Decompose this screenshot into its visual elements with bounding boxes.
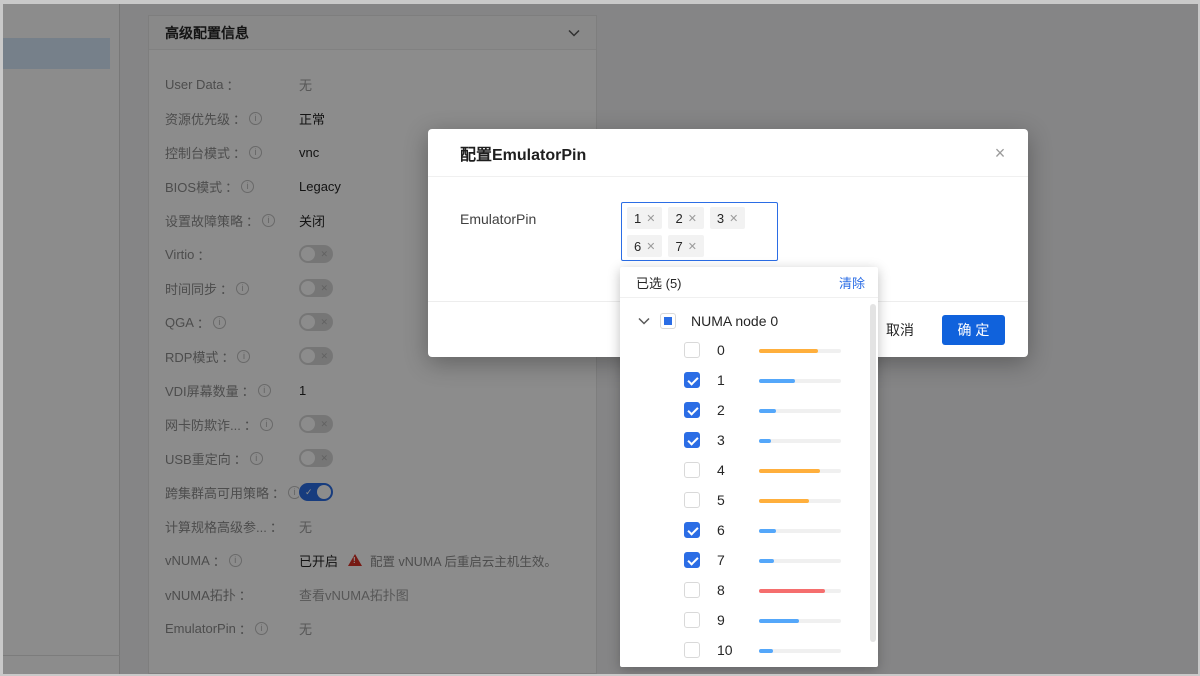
core-number: 7 bbox=[717, 552, 725, 568]
numa-tree: NUMA node 0 0 1 2 3 4 bbox=[620, 306, 878, 666]
usage-bar bbox=[759, 469, 841, 473]
core-option-row[interactable]: 3 bbox=[620, 426, 878, 456]
selected-core-tag[interactable]: 7 ✕ bbox=[668, 235, 703, 257]
clear-link[interactable]: 清除 bbox=[839, 273, 865, 292]
remove-tag-icon[interactable]: ✕ bbox=[646, 240, 655, 253]
core-number: 8 bbox=[717, 582, 725, 598]
core-option-row[interactable]: 6 bbox=[620, 516, 878, 546]
core-option-row[interactable]: 4 bbox=[620, 456, 878, 486]
core-checkbox[interactable] bbox=[684, 432, 700, 448]
core-checkbox[interactable] bbox=[684, 552, 700, 568]
remove-tag-icon[interactable]: ✕ bbox=[688, 240, 697, 253]
usage-bar bbox=[759, 619, 841, 623]
core-option-row[interactable]: 1 bbox=[620, 366, 878, 396]
core-checkbox[interactable] bbox=[684, 522, 700, 538]
selected-core-tag[interactable]: 6 ✕ bbox=[627, 235, 662, 257]
selected-core-tag[interactable]: 2 ✕ bbox=[668, 207, 703, 229]
scrollbar-thumb[interactable] bbox=[870, 304, 876, 642]
numa-node-row[interactable]: NUMA node 0 bbox=[620, 306, 878, 336]
core-number: 10 bbox=[717, 642, 733, 658]
modal-header: 配置EmulatorPin bbox=[428, 129, 1028, 177]
core-option-row[interactable]: 5 bbox=[620, 486, 878, 516]
core-option-row[interactable]: 7 bbox=[620, 546, 878, 576]
core-checkbox[interactable] bbox=[684, 402, 700, 418]
usage-bar bbox=[759, 439, 841, 443]
core-option-row[interactable]: 9 bbox=[620, 606, 878, 636]
core-checkbox[interactable] bbox=[684, 372, 700, 388]
remove-tag-icon[interactable]: ✕ bbox=[688, 212, 697, 225]
confirm-button[interactable]: 确 定 bbox=[942, 315, 1005, 345]
core-option-row[interactable]: 10 bbox=[620, 636, 878, 666]
usage-bar bbox=[759, 589, 841, 593]
close-icon[interactable]: × bbox=[988, 141, 1012, 165]
core-checkbox[interactable] bbox=[684, 612, 700, 628]
selected-core-tag[interactable]: 3 ✕ bbox=[710, 207, 745, 229]
remove-tag-icon[interactable]: ✕ bbox=[729, 212, 738, 225]
remove-tag-icon[interactable]: ✕ bbox=[646, 212, 655, 225]
usage-bar bbox=[759, 349, 841, 353]
usage-bar bbox=[759, 529, 841, 533]
core-select-dropdown: 已选 (5) 清除 NUMA node 0 0 1 2 bbox=[620, 267, 878, 667]
core-number: 1 bbox=[717, 372, 725, 388]
core-option-row[interactable]: 0 bbox=[620, 336, 878, 366]
modal-title: 配置EmulatorPin bbox=[460, 141, 586, 165]
core-number: 4 bbox=[717, 462, 725, 478]
numa-node-label: NUMA node 0 bbox=[691, 313, 778, 329]
core-option-row[interactable]: 2 bbox=[620, 396, 878, 426]
core-number: 5 bbox=[717, 492, 725, 508]
core-number: 2 bbox=[717, 402, 725, 418]
usage-bar bbox=[759, 409, 841, 413]
core-option-row[interactable]: 8 bbox=[620, 576, 878, 606]
usage-bar bbox=[759, 649, 841, 653]
core-option-list: 0 1 2 3 4 5 bbox=[620, 336, 878, 666]
dropdown-header: 已选 (5) 清除 bbox=[620, 267, 878, 298]
core-number: 0 bbox=[717, 342, 725, 358]
cancel-button[interactable]: 取消 bbox=[886, 320, 914, 340]
core-number: 6 bbox=[717, 522, 725, 538]
usage-bar bbox=[759, 559, 841, 563]
core-checkbox[interactable] bbox=[684, 642, 700, 658]
emulatorpin-tag-select[interactable]: 1 ✕ 2 ✕ 3 ✕ 6 ✕ 7 ✕ bbox=[621, 202, 778, 261]
selected-count-label: 已选 (5) bbox=[636, 273, 682, 292]
usage-bar bbox=[759, 379, 841, 383]
core-checkbox[interactable] bbox=[684, 492, 700, 508]
core-number: 9 bbox=[717, 612, 725, 628]
core-number: 3 bbox=[717, 432, 725, 448]
selected-core-tag[interactable]: 1 ✕ bbox=[627, 207, 662, 229]
usage-bar bbox=[759, 499, 841, 503]
emulatorpin-field-label: EmulatorPin bbox=[460, 211, 536, 227]
core-checkbox[interactable] bbox=[684, 582, 700, 598]
core-checkbox[interactable] bbox=[684, 462, 700, 478]
core-checkbox[interactable] bbox=[684, 342, 700, 358]
numa-node-checkbox[interactable] bbox=[660, 313, 676, 329]
app-window: 高级配置信息 User Data ： 无 资源优先级 ： i 正常 控制台模式 … bbox=[3, 4, 1198, 674]
chevron-down-icon[interactable] bbox=[638, 317, 650, 325]
